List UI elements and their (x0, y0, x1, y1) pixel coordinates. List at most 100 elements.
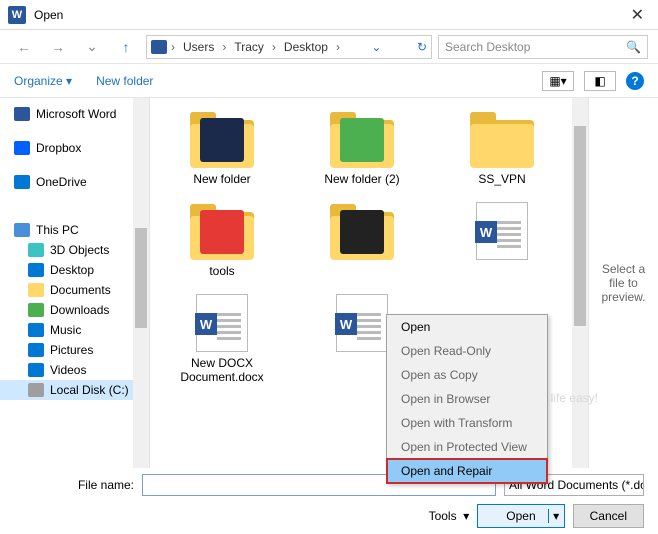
file-item[interactable] (302, 198, 422, 278)
sidebar-item[interactable]: Pictures (0, 340, 149, 360)
folder-icon (28, 283, 44, 297)
document-icon: W (186, 290, 258, 352)
folder-icon (28, 343, 44, 357)
scrollbar-thumb[interactable] (135, 228, 147, 328)
chevron-right-icon[interactable]: › (272, 40, 276, 54)
crumb-users[interactable]: Users (179, 40, 218, 54)
sidebar-item[interactable]: 3D Objects (0, 240, 149, 260)
sidebar: Microsoft Word Dropbox OneDrive This PC 3D… (0, 98, 150, 468)
sidebar-item[interactable]: Microsoft Word (0, 104, 149, 124)
folder-icon (28, 303, 44, 317)
chevron-right-icon[interactable]: › (171, 40, 175, 54)
file-item[interactable]: W New DOCX Document.docx (162, 290, 282, 384)
sidebar-item[interactable]: Local Disk (C:) (0, 380, 149, 400)
sidebar-label: Downloads (50, 303, 109, 317)
search-icon[interactable]: 🔍 (626, 40, 641, 54)
search-placeholder: Search Desktop (445, 40, 530, 54)
sidebar-item[interactable]: Music (0, 320, 149, 340)
menu-item: Open in Browser (387, 387, 547, 411)
help-icon[interactable]: ? (626, 72, 644, 90)
sidebar-item[interactable]: Downloads (0, 300, 149, 320)
sidebar-label: Pictures (50, 343, 93, 357)
pc-icon (14, 223, 30, 237)
back-button[interactable]: ← (10, 35, 38, 59)
preview-pane-button[interactable]: ◧ (584, 71, 616, 91)
file-item[interactable]: SS_VPN (442, 106, 562, 186)
sidebar-label: Dropbox (36, 141, 81, 155)
open-button[interactable]: Open ▾ (477, 504, 564, 528)
folder-icon (28, 383, 44, 397)
menu-item[interactable]: Open (387, 315, 547, 339)
file-name: New DOCX Document.docx (162, 356, 282, 384)
sidebar-label: Videos (50, 363, 86, 377)
preview-pane: Select a file to preview. (588, 98, 658, 468)
new-folder-button[interactable]: New folder (96, 74, 153, 88)
filename-label: File name: (14, 478, 134, 492)
cancel-button[interactable]: Cancel (573, 504, 644, 528)
recent-dropdown-icon[interactable]: ⌄ (78, 35, 106, 59)
sidebar-item[interactable]: Dropbox (0, 138, 149, 158)
main-area: Microsoft Word Dropbox OneDrive This PC 3D… (0, 98, 658, 468)
folder-icon (326, 106, 398, 168)
chevron-right-icon[interactable]: › (336, 40, 340, 54)
search-box[interactable]: Search Desktop 🔍 (438, 35, 648, 59)
forward-button: → (44, 35, 72, 59)
sidebar-item[interactable]: Videos (0, 360, 149, 380)
folder-icon (28, 323, 44, 337)
menu-item: Open in Protected View (387, 435, 547, 459)
file-item[interactable]: W (442, 198, 562, 278)
file-item[interactable]: tools (162, 198, 282, 278)
menu-item[interactable]: Open and Repair (387, 459, 547, 483)
sidebar-item[interactable]: Desktop (0, 260, 149, 280)
refresh-icon[interactable]: ↻ (417, 40, 427, 54)
address-dropdown-icon[interactable]: ⌄ (371, 40, 381, 54)
chevron-right-icon[interactable]: › (222, 40, 226, 54)
close-icon[interactable]: ✕ (625, 5, 650, 25)
toolbar: Organize ▾ New folder ▦▾ ◧ ? (0, 64, 658, 98)
sidebar-item[interactable]: Documents (0, 280, 149, 300)
sidebar-label: Music (50, 323, 81, 337)
folder-icon (28, 363, 44, 377)
scrollbar-thumb[interactable] (574, 126, 586, 326)
sidebar-item-thispc[interactable]: This PC (0, 220, 149, 240)
sidebar-label: Desktop (50, 263, 94, 277)
preview-text: Select a file to preview. (595, 262, 652, 304)
open-context-menu: OpenOpen Read-OnlyOpen as CopyOpen in Br… (386, 314, 548, 484)
crumb-desktop[interactable]: Desktop (280, 40, 332, 54)
sidebar-item[interactable]: OneDrive (0, 172, 149, 192)
sidebar-scrollbar[interactable] (133, 98, 149, 468)
file-name: tools (209, 264, 234, 278)
folder-icon (186, 106, 258, 168)
sidebar-label: OneDrive (36, 175, 87, 189)
folder-icon (186, 198, 258, 260)
address-bar[interactable]: › Users › Tracy › Desktop › ⌄ ↻ (146, 35, 432, 59)
file-item[interactable]: New folder (2) (302, 106, 422, 186)
document-icon: W (466, 198, 538, 260)
window-title: Open (34, 8, 625, 22)
title-bar: W Open ✕ (0, 0, 658, 30)
sidebar-label: Microsoft Word (36, 107, 116, 121)
folder-icon (28, 243, 44, 257)
menu-item: Open as Copy (387, 363, 547, 387)
folder-icon (466, 106, 538, 168)
tools-menu[interactable]: Tools ▾ (429, 509, 470, 523)
file-item[interactable]: New folder (162, 106, 282, 186)
bottom-bar: File name: All Word Documents (*.docx;*.… (0, 468, 658, 534)
app-icon (14, 107, 30, 121)
view-mode-button[interactable]: ▦▾ (542, 71, 574, 91)
nav-bar: ← → ⌄ ↑ › Users › Tracy › Desktop › ⌄ ↻ … (0, 30, 658, 64)
sidebar-label: Documents (50, 283, 111, 297)
content-scrollbar[interactable] (572, 98, 588, 468)
sidebar-label: Local Disk (C:) (50, 383, 129, 397)
app-icon (14, 175, 30, 189)
file-name: New folder (2) (324, 172, 399, 186)
open-split-dropdown[interactable]: ▾ (548, 509, 564, 523)
word-app-icon: W (8, 6, 26, 24)
menu-item: Open with Transform (387, 411, 547, 435)
file-name: SS_VPN (478, 172, 525, 186)
up-button[interactable]: ↑ (112, 35, 140, 59)
organize-menu[interactable]: Organize ▾ (14, 74, 72, 88)
file-name: New folder (193, 172, 250, 186)
sidebar-label: 3D Objects (50, 243, 109, 257)
crumb-tracy[interactable]: Tracy (230, 40, 268, 54)
